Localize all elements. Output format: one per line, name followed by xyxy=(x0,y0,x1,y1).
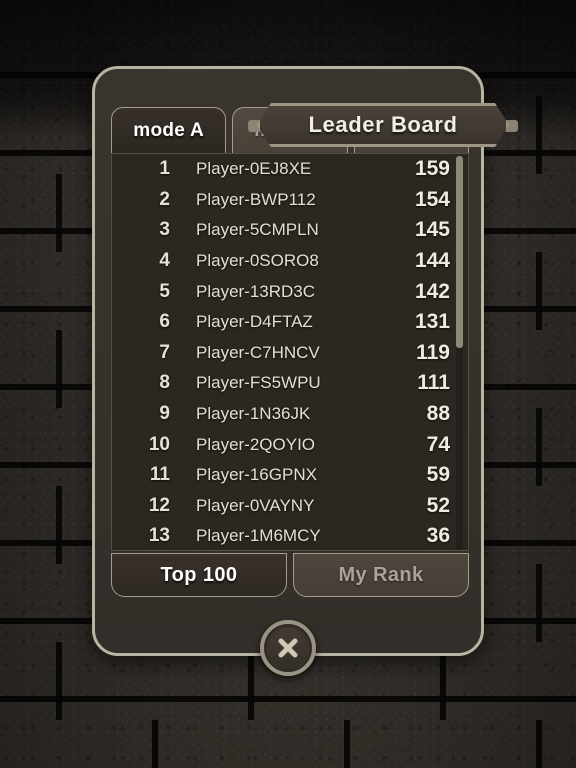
close-button[interactable] xyxy=(260,620,316,676)
stone-seam xyxy=(536,564,542,642)
table-row[interactable]: 8 Player-FS5WPU 111 xyxy=(112,368,468,399)
row-score: 119 xyxy=(416,340,450,364)
row-rank: 11 xyxy=(149,464,170,486)
row-score: 159 xyxy=(414,157,450,181)
stone-seam xyxy=(344,720,350,768)
leaderboard-list-container[interactable]: 1 Player-0EJ8XE 159 2 Player-BWP112 154 3 Playe… xyxy=(111,153,469,551)
list-scrollbar-thumb[interactable] xyxy=(456,156,463,348)
stone-seam xyxy=(536,720,542,768)
row-rank: 3 xyxy=(159,219,170,241)
row-score: 131 xyxy=(414,310,450,334)
row-rank: 10 xyxy=(148,433,170,455)
row-rank: 6 xyxy=(159,311,170,333)
row-score: 36 xyxy=(426,524,450,548)
stone-seam xyxy=(56,486,62,564)
row-player-name: Player-FS5WPU xyxy=(196,373,321,393)
dialog-title-banner: Leader Board xyxy=(248,103,518,147)
table-row[interactable]: 1 Player-0EJ8XE 159 xyxy=(112,154,468,185)
footer-button-bar: Top 100 My Rank xyxy=(111,553,469,597)
close-x-icon xyxy=(275,635,301,661)
my-rank-button[interactable]: My Rank xyxy=(293,553,469,597)
table-row[interactable]: 9 Player-1N36JK 88 xyxy=(112,399,468,430)
top-100-button[interactable]: Top 100 xyxy=(111,553,287,597)
table-row[interactable]: 11 Player-16GPNX 59 xyxy=(112,460,468,491)
row-score: 52 xyxy=(426,493,450,517)
row-player-name: Player-C7HNCV xyxy=(196,342,320,362)
stone-seam xyxy=(56,174,62,252)
tab-mode-a[interactable]: mode A xyxy=(111,107,227,153)
row-player-name: Player-BWP112 xyxy=(196,189,316,209)
row-rank: 4 xyxy=(159,250,170,272)
stone-seam xyxy=(56,642,62,720)
stone-seam xyxy=(536,408,542,486)
row-player-name: Player-D4FTAZ xyxy=(196,312,313,332)
row-score: 145 xyxy=(414,218,450,242)
row-rank: 7 xyxy=(159,341,170,363)
game-screen: Leader Board mode Amode Bmode C 1Player-… xyxy=(0,0,576,768)
table-row[interactable]: 13 Player-1M6MCY 36 xyxy=(112,521,468,550)
leaderboard-list: 1 Player-0EJ8XE 159 2 Player-BWP112 154 3 Playe… xyxy=(112,154,468,550)
table-row[interactable]: 3 Player-5CMPLN 145 xyxy=(112,215,468,246)
row-rank: 1 xyxy=(159,158,170,180)
row-player-name: Player-2QOYIO xyxy=(196,434,316,454)
stone-seam xyxy=(536,96,542,174)
row-rank: 13 xyxy=(148,525,170,547)
list-scrollbar-track[interactable] xyxy=(456,156,463,550)
row-score: 142 xyxy=(414,279,450,303)
leaderboard-dialog: Leader Board mode Amode Bmode C 1Player-… xyxy=(92,66,518,656)
stone-seam xyxy=(56,330,62,408)
row-player-name: Player-1N36JK xyxy=(196,404,311,424)
row-rank: 5 xyxy=(159,280,170,302)
stone-seam xyxy=(152,720,158,768)
row-rank: 8 xyxy=(159,372,170,394)
row-rank: 2 xyxy=(159,188,170,210)
row-player-name: Player-1M6MCY xyxy=(196,526,321,546)
page-title: Leader Board xyxy=(308,112,458,137)
row-rank: 9 xyxy=(159,403,170,425)
table-row[interactable]: 2 Player-BWP112 154 xyxy=(112,185,468,216)
row-score: 144 xyxy=(414,249,450,273)
row-player-name: Player-0EJ8XE xyxy=(196,159,312,179)
row-score: 59 xyxy=(426,463,450,487)
row-player-name: Player-16GPNX xyxy=(196,465,317,485)
row-player-name: Player-5CMPLN xyxy=(196,220,319,240)
table-row[interactable]: 5 Player-13RD3C 142 xyxy=(112,276,468,307)
stone-seam xyxy=(536,252,542,330)
table-row[interactable]: 4 Player-0SORO8 144 xyxy=(112,246,468,277)
row-player-name: Player-0SORO8 xyxy=(196,251,319,271)
table-row[interactable]: 6 Player-D4FTAZ 131 xyxy=(112,307,468,338)
row-player-name: Player-0VAYNY xyxy=(196,495,315,515)
row-score: 154 xyxy=(414,187,450,211)
row-score: 111 xyxy=(417,371,450,395)
row-player-name: Player-13RD3C xyxy=(196,281,316,301)
table-row[interactable]: 12 Player-0VAYNY 52 xyxy=(112,491,468,522)
table-row[interactable]: 10 Player-2QOYIO 74 xyxy=(112,429,468,460)
row-score: 88 xyxy=(426,402,450,426)
row-score: 74 xyxy=(426,432,450,456)
table-row[interactable]: 7 Player-C7HNCV 119 xyxy=(112,338,468,369)
row-rank: 12 xyxy=(148,494,170,516)
